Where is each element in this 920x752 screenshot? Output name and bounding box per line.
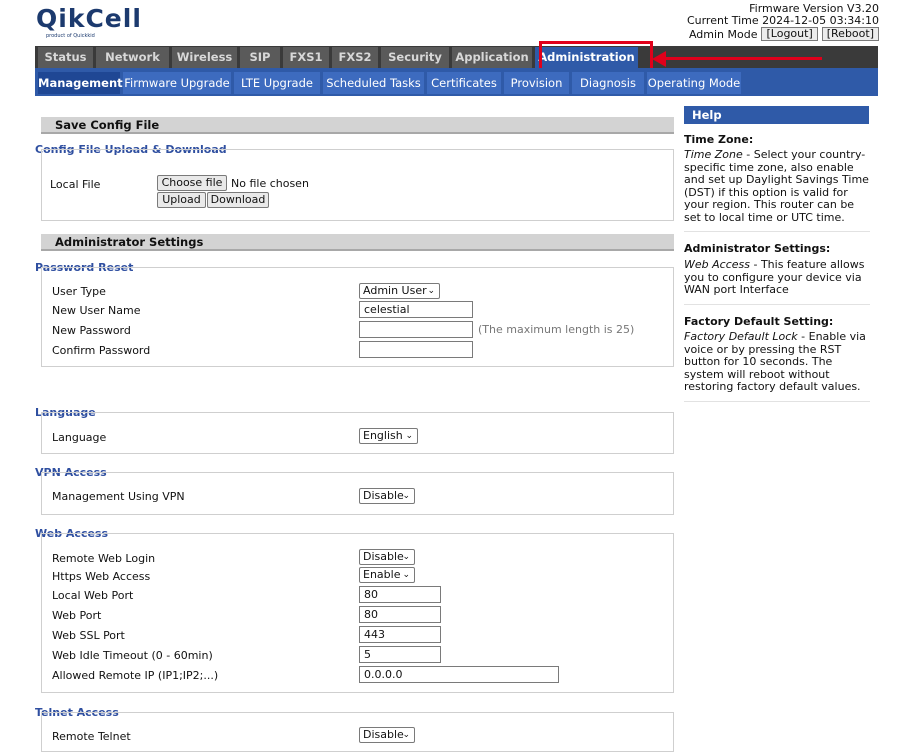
subtab-lte-upgrade[interactable]: LTE Upgrade xyxy=(234,72,320,94)
https-web-access-label: Https Web Access xyxy=(52,570,151,583)
https-web-access-select[interactable]: Enable ⌄ xyxy=(359,567,415,583)
header-actions: Admin Mode [Logout] [Reboot] xyxy=(689,27,879,41)
allowed-remote-ip-label: Allowed Remote IP (IP1;IP2;...) xyxy=(52,669,219,682)
chevron-down-icon: ⌄ xyxy=(402,730,410,740)
subtab-scheduled-tasks[interactable]: Scheduled Tasks xyxy=(323,72,424,94)
local-web-port-label: Local Web Port xyxy=(52,589,134,602)
divider xyxy=(684,231,870,232)
new-user-input[interactable]: celestial xyxy=(359,301,473,318)
max-length-hint: (The maximum length is 25) xyxy=(478,323,635,336)
upload-button[interactable]: Upload xyxy=(157,192,206,208)
web-idle-timeout-input[interactable]: 5 xyxy=(359,646,441,663)
language-label: Language xyxy=(52,431,107,444)
web-idle-timeout-label: Web Idle Timeout (0 - 60min) xyxy=(52,649,213,662)
language-box xyxy=(41,412,674,454)
download-button[interactable]: Download xyxy=(207,192,269,208)
chevron-down-icon: ⌄ xyxy=(402,491,410,501)
local-file-label: Local File xyxy=(50,178,101,191)
help-admin-text: Web Access - This feature allows you to … xyxy=(684,258,872,297)
web-port-label: Web Port xyxy=(52,609,102,622)
user-type-label: User Type xyxy=(52,285,106,298)
help-title: Help xyxy=(684,106,869,124)
help-factory-term: Factory Default Lock xyxy=(684,330,798,343)
chevron-down-icon: ⌄ xyxy=(402,552,410,562)
vpn-select[interactable]: Disable ⌄ xyxy=(359,488,415,504)
remote-web-login-label: Remote Web Login xyxy=(52,552,156,565)
help-timezone-heading: Time Zone: xyxy=(684,133,754,146)
vpn-label: Management Using VPN xyxy=(52,490,185,503)
web-ssl-port-input[interactable]: 443 xyxy=(359,626,441,643)
tab-wireless[interactable]: Wireless xyxy=(172,47,237,68)
remote-web-login-value: Disable xyxy=(363,550,404,563)
logout-button[interactable]: [Logout] xyxy=(761,27,818,41)
tab-status[interactable]: Status xyxy=(38,47,93,68)
web-port-input[interactable]: 80 xyxy=(359,606,441,623)
pointer-arrow-icon xyxy=(652,51,666,67)
help-admin-heading: Administrator Settings: xyxy=(684,242,831,255)
confirm-password-label: Confirm Password xyxy=(52,344,151,357)
admin-mode-label: Admin Mode xyxy=(688,27,758,41)
new-password-label: New Password xyxy=(52,324,131,337)
allowed-remote-ip-input[interactable]: 0.0.0.0 xyxy=(359,666,559,683)
chevron-down-icon: ⌄ xyxy=(405,431,413,441)
divider xyxy=(684,401,870,402)
remote-telnet-value: Disable xyxy=(363,728,404,741)
telnet-box xyxy=(41,712,674,752)
chevron-down-icon: ⌄ xyxy=(402,570,410,580)
user-type-value: Admin User xyxy=(363,284,427,297)
new-user-label: New User Name xyxy=(52,304,141,317)
tab-security[interactable]: Security xyxy=(381,47,449,68)
remote-telnet-select[interactable]: Disable ⌄ xyxy=(359,727,415,743)
help-factory-heading: Factory Default Setting: xyxy=(684,315,834,328)
help-admin-term: Web Access xyxy=(684,258,750,271)
tab-sip[interactable]: SIP xyxy=(240,47,280,68)
help-timezone-term: Time Zone xyxy=(684,148,743,161)
sub-nav: Management Firmware Upgrade LTE Upgrade … xyxy=(35,68,878,96)
remote-telnet-label: Remote Telnet xyxy=(52,730,131,743)
subtab-operating-mode[interactable]: Operating Mode xyxy=(647,72,741,94)
subtab-firmware-upgrade[interactable]: Firmware Upgrade xyxy=(123,72,231,94)
tab-fxs1[interactable]: FXS1 xyxy=(283,47,329,68)
current-time: Current Time 2024-12-05 03:34:10 xyxy=(686,14,879,27)
brand-logo: QikCell xyxy=(36,4,142,33)
help-timezone-text: Time Zone - Select your country-specific… xyxy=(684,148,872,224)
choose-file-button[interactable]: Choose file xyxy=(157,175,227,191)
help-factory-text: Factory Default Lock - Enable via voice … xyxy=(684,330,872,394)
admin-settings-title: Administrator Settings xyxy=(41,234,674,251)
subtab-diagnosis[interactable]: Diagnosis xyxy=(572,72,644,94)
pointer-arrow-shaft xyxy=(662,57,822,60)
tab-network[interactable]: Network xyxy=(96,47,169,68)
no-file-text: No file chosen xyxy=(231,177,309,190)
language-value: English xyxy=(363,429,403,442)
remote-web-login-select[interactable]: Disable ⌄ xyxy=(359,549,415,565)
vpn-value: Disable xyxy=(363,489,404,502)
https-web-access-value: Enable xyxy=(363,568,401,581)
web-ssl-port-label: Web SSL Port xyxy=(52,629,125,642)
local-web-port-input[interactable]: 80 xyxy=(359,586,441,603)
subtab-provision[interactable]: Provision xyxy=(504,72,569,94)
confirm-password-input[interactable] xyxy=(359,341,473,358)
chevron-down-icon: ⌄ xyxy=(427,286,435,296)
save-config-title: Save Config File xyxy=(41,117,674,134)
divider xyxy=(684,304,870,305)
tab-application[interactable]: Application xyxy=(452,47,532,68)
tab-fxs2[interactable]: FXS2 xyxy=(332,47,378,68)
reboot-button[interactable]: [Reboot] xyxy=(821,27,879,41)
brand-tagline: product of Quickkid xyxy=(46,33,95,39)
config-box xyxy=(41,149,674,221)
subtab-certificates[interactable]: Certificates xyxy=(427,72,501,94)
user-type-select[interactable]: Admin User ⌄ xyxy=(359,283,440,299)
new-password-input[interactable] xyxy=(359,321,473,338)
language-select[interactable]: English ⌄ xyxy=(359,428,418,444)
subtab-management[interactable]: Management xyxy=(38,72,123,94)
